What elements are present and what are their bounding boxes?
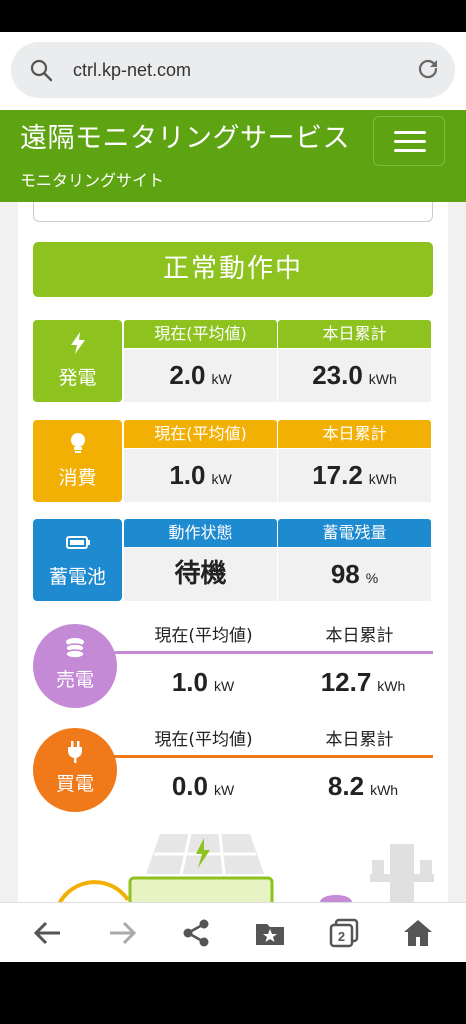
coin-graphic [320, 895, 352, 902]
forward-arrow-icon[interactable] [106, 917, 138, 949]
back-arrow-icon[interactable] [32, 917, 64, 949]
main-content: 正常動作中 発電 現在(平均値) 2.0 kW 本日累計 23.0 kWh 消費… [0, 202, 466, 902]
lightning-icon [71, 332, 85, 354]
buy-current-value: 0.0 [171, 771, 208, 801]
system-nav-area [0, 962, 466, 1024]
battery-card: 蓄電池 動作状態 待機 蓄電残量 98% [33, 519, 431, 601]
share-icon[interactable] [180, 917, 212, 949]
consumption-total: 本日累計 17.2 kWh [278, 420, 431, 502]
battery-tag: 蓄電池 [33, 519, 122, 601]
home-icon[interactable] [402, 917, 434, 949]
consumption-current-value: 1.0 [169, 460, 206, 490]
sell-row: 売電 現在(平均値) 本日累計 1.0 kW 12.7 kWh [33, 624, 433, 712]
tabs-icon[interactable]: 2 [328, 917, 360, 949]
screen: ctrl.kp-net.com 遠隔モニタリングサービス モニタリングサイト 正… [0, 0, 466, 1024]
lightbulb-icon [71, 433, 85, 453]
address-bar[interactable]: ctrl.kp-net.com [11, 42, 455, 98]
monitor-panel: 正常動作中 発電 現在(平均値) 2.0 kW 本日累計 23.0 kWh 消費… [18, 202, 448, 902]
sell-total-header: 本日累計 [325, 626, 394, 646]
sell-current-header: 現在(平均値) [154, 626, 253, 646]
site-title[interactable]: 遠隔モニタリングサービス [20, 122, 350, 156]
buy-divider [113, 755, 433, 758]
hamburger-menu-button[interactable] [373, 116, 445, 166]
buy-total-value: 8.2 [327, 771, 365, 801]
browser-bottom-nav: 2 [0, 902, 466, 962]
battery-label: 蓄電池 [48, 566, 106, 588]
consumption-tag: 消費 [33, 420, 122, 502]
generation-total-unit: kWh [368, 371, 397, 387]
buy-row: 買電 現在(平均値) 本日累計 0.0 kW 8.2 kWh [33, 728, 433, 816]
consumption-total-unit: kWh [368, 471, 397, 487]
battery-level: 蓄電残量 98% [278, 519, 431, 601]
power-unit-graphic [128, 876, 274, 902]
consumption-card: 消費 現在(平均値) 1.0 kW 本日累計 17.2 kWh [33, 420, 431, 502]
consumption-current-header: 現在(平均値) [124, 420, 277, 448]
sell-total-unit: kWh [377, 678, 406, 694]
tab-count: 2 [338, 929, 345, 944]
consumption-current: 現在(平均値) 1.0 kW [124, 420, 277, 502]
generation-total: 本日累計 23.0 kWh [278, 320, 431, 402]
buy-current-header: 現在(平均値) [154, 730, 253, 750]
status-bar [0, 0, 466, 32]
consumption-total-header: 本日累計 [278, 420, 431, 448]
hamburger-menu-icon [394, 131, 426, 134]
generation-current-header: 現在(平均値) [124, 320, 277, 348]
sell-label: 売電 [55, 669, 94, 691]
solar-panel-graphic [146, 833, 264, 875]
consumption-ring-graphic [57, 880, 130, 902]
partial-select-field[interactable] [33, 202, 433, 222]
plug-icon [68, 741, 82, 763]
generation-card: 発電 現在(平均値) 2.0 kW 本日累計 23.0 kWh [33, 320, 431, 402]
buy-label: 買電 [55, 773, 94, 795]
buy-badge: 買電 [33, 728, 117, 812]
battery-state-value: 待機 [174, 559, 227, 589]
consumption-current-unit: kW [211, 471, 232, 487]
buy-total-header: 本日累計 [325, 730, 394, 750]
sell-current-value: 1.0 [171, 667, 208, 697]
power-pole-graphic [370, 844, 434, 902]
sell-divider [113, 651, 433, 654]
sell-total-value: 12.7 [320, 667, 372, 697]
generation-tag: 発電 [33, 320, 122, 402]
search-icon [30, 59, 53, 82]
generation-current-value: 2.0 [169, 360, 206, 390]
generation-total-header: 本日累計 [278, 320, 431, 348]
browser-toolbar: ctrl.kp-net.com [0, 32, 466, 110]
coins-icon [65, 638, 85, 659]
bookmark-folder-icon[interactable] [254, 917, 286, 949]
battery-icon [66, 536, 90, 549]
generation-current-unit: kW [211, 371, 232, 387]
battery-level-value: 98 [330, 559, 360, 589]
buy-current-unit: kW [213, 782, 235, 798]
battery-level-header: 蓄電残量 [278, 519, 431, 547]
battery-state: 動作状態 待機 [124, 519, 277, 601]
url-text[interactable]: ctrl.kp-net.com [73, 58, 191, 82]
generation-total-value: 23.0 [312, 360, 363, 390]
battery-state-header: 動作状態 [124, 519, 277, 547]
reload-icon[interactable] [415, 56, 441, 82]
generation-label: 発電 [58, 367, 97, 389]
consumption-total-value: 17.2 [312, 460, 363, 490]
energy-flow-illustration [57, 833, 434, 902]
consumption-label: 消費 [58, 467, 97, 489]
status-banner: 正常動作中 [33, 242, 433, 297]
battery-level-unit: % [365, 570, 379, 586]
sell-badge: 売電 [33, 624, 117, 708]
sell-current-unit: kW [213, 678, 235, 694]
site-subtitle: モニタリングサイト [20, 171, 165, 190]
generation-current: 現在(平均値) 2.0 kW [124, 320, 277, 402]
site-header: 遠隔モニタリングサービス モニタリングサイト [0, 110, 466, 202]
buy-total-unit: kWh [370, 782, 399, 798]
